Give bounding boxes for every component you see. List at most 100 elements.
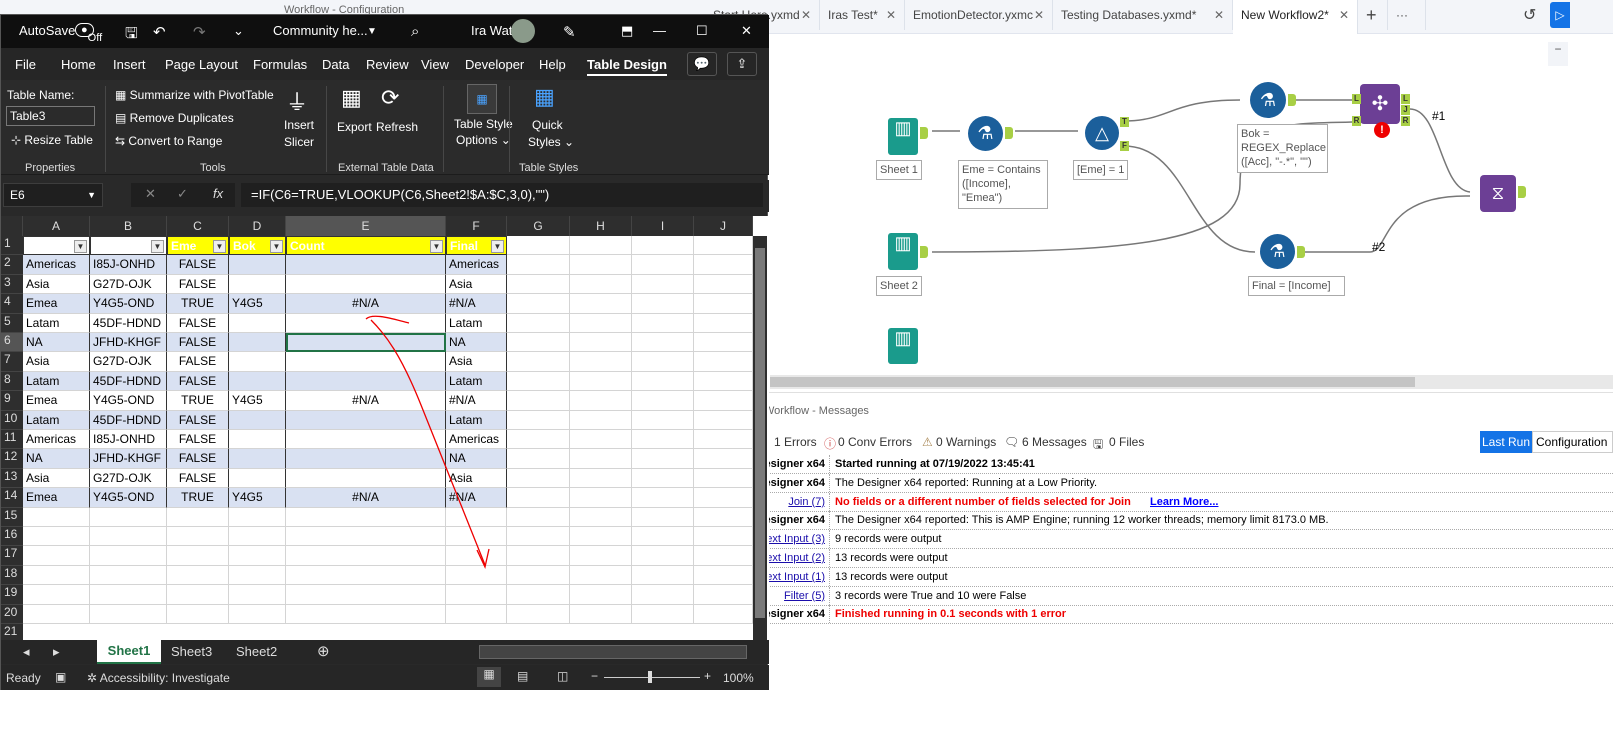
filter-icon[interactable]: △ xyxy=(1085,116,1119,150)
right-input-anchor[interactable]: R xyxy=(1352,116,1361,126)
join-output-anchor[interactable]: J xyxy=(1401,105,1410,115)
sheet1-input-icon[interactable]: ▥ xyxy=(888,118,918,155)
output-anchor[interactable] xyxy=(1518,186,1526,198)
output-anchor[interactable] xyxy=(920,127,928,139)
errors-filter[interactable]: 1 Errors xyxy=(774,435,817,449)
message-row: Designer x64 The Designer x64 reported: R… xyxy=(760,473,1613,493)
message-row: Designer x64 The Designer x64 reported: T… xyxy=(760,511,1613,531)
tab-iras-test[interactable]: Iras Test* ✕ xyxy=(820,0,905,30)
arrowhead xyxy=(476,548,490,569)
wire-label-1: #1 xyxy=(1432,109,1446,123)
left-output-anchor[interactable]: L xyxy=(1401,94,1410,104)
configuration-button[interactable]: Configuration xyxy=(1532,431,1613,453)
left-input-anchor[interactable]: L xyxy=(1352,94,1361,104)
message-row: Designer x64 Started running at 07/19/202… xyxy=(760,455,1613,474)
close-icon[interactable]: ✕ xyxy=(1339,0,1349,30)
sheet2-label: Sheet 2 xyxy=(876,276,922,296)
next-sheet-icon[interactable]: ▸ xyxy=(53,644,60,660)
message-source[interactable]: Filter (5) xyxy=(760,586,830,605)
annotation-stroke xyxy=(365,315,486,566)
sheet-tab-sheet3[interactable]: Sheet3 xyxy=(171,644,212,659)
formula-icon[interactable]: ⚗ xyxy=(1250,82,1286,118)
learn-more-link[interactable]: Learn More... xyxy=(1150,493,1218,511)
wire xyxy=(1123,99,1241,122)
message-text: 13 records were output xyxy=(835,570,948,583)
tab-label: New Workflow2* xyxy=(1241,8,1329,22)
tab-new-workflow2[interactable]: New Workflow2* ✕ xyxy=(1233,0,1358,34)
sheet3-input-icon[interactable]: ▥ xyxy=(888,328,918,364)
formula2-label: Bok = REGEX_Replace ([Acc], "-.*", "") xyxy=(1237,124,1328,173)
message-source[interactable]: Text Input (3) xyxy=(760,530,830,549)
red-arrow-annotation xyxy=(365,315,490,569)
horizontal-scrollbar[interactable] xyxy=(479,645,747,659)
message-source[interactable]: Join (7) xyxy=(760,492,830,511)
files-filter[interactable]: 0 Files xyxy=(1109,435,1144,449)
history-icon[interactable]: ↺ xyxy=(1523,5,1536,25)
close-icon[interactable]: ✕ xyxy=(1034,0,1044,30)
more-tabs-button[interactable]: ··· xyxy=(1388,0,1426,30)
message-source: Designer x64 xyxy=(760,605,830,624)
true-anchor[interactable]: T xyxy=(1120,117,1129,127)
close-icon[interactable]: ✕ xyxy=(801,0,811,30)
zoom-level[interactable]: 100% xyxy=(723,671,754,685)
workflow-canvas[interactable]: ▥ Sheet 1 ⚗ Eme = Contains ([Income], "E… xyxy=(770,34,1613,375)
messages-title: Workflow - Messages xyxy=(764,405,869,417)
zoom-out-icon[interactable]: − xyxy=(591,669,598,683)
last-run-button[interactable]: Last Run xyxy=(1480,431,1532,453)
canvas-scrollbar[interactable] xyxy=(770,375,1613,389)
filter-label: [Eme] = 1 xyxy=(1073,160,1129,180)
page-break-icon[interactable]: ◫ xyxy=(557,669,568,683)
sheet-tabs-bar: ◂ ▸ Sheet1 Sheet3 Sheet2 ⊕ xyxy=(1,640,769,664)
tab-testing-databases[interactable]: Testing Databases.yxmd* ✕ xyxy=(1053,0,1233,30)
message-row: Designer x64 Finished running in 0.1 seco… xyxy=(760,605,1613,625)
message-row: Filter (5) 3 records were True and 10 wer… xyxy=(760,586,1613,606)
conv-errors-filter[interactable]: 0 Conv Errors xyxy=(838,435,912,449)
add-sheet-icon[interactable]: ⊕ xyxy=(317,642,330,660)
accessibility-label: Accessibility: Investigate xyxy=(99,671,230,685)
run-icon[interactable]: ▷ xyxy=(1550,2,1570,28)
output-anchor[interactable] xyxy=(1297,246,1305,258)
accessibility-status[interactable]: ✲ Accessibility: Investigate xyxy=(87,671,230,685)
tab-emotion-detector[interactable]: EmotionDetector.yxmc ✕ xyxy=(905,0,1053,30)
scroll-thumb[interactable] xyxy=(770,377,1415,387)
sheet-tab-sheet1[interactable]: Sheet1 xyxy=(97,640,161,664)
zoom-slider[interactable] xyxy=(604,677,700,678)
sheet1-label: Sheet 1 xyxy=(876,160,922,180)
warnings-filter[interactable]: 0 Warnings xyxy=(936,435,996,449)
messages-filter[interactable]: 6 Messages xyxy=(1022,435,1087,449)
false-anchor[interactable]: F xyxy=(1120,141,1129,151)
output-anchor[interactable] xyxy=(1288,94,1296,106)
messages-panel: Workflow - Messages 1 Errors ⓘ 0 Conv Er… xyxy=(760,392,1613,629)
message-row: Text Input (2) 13 records were output xyxy=(760,549,1613,568)
sheet2-input-icon[interactable]: ▥ xyxy=(888,233,918,270)
message-source[interactable]: Text Input (1) xyxy=(760,567,830,586)
sheet-tab-sheet2[interactable]: Sheet2 xyxy=(236,644,277,659)
message-text: Finished running in 0.1 seconds with 1 e… xyxy=(835,608,1067,621)
status-bar: Ready ▣ ✲ Accessibility: Investigate ▦ ▤… xyxy=(1,665,769,690)
right-output-anchor[interactable]: R xyxy=(1401,116,1410,126)
warning-icon: ⚠ xyxy=(922,435,933,449)
wire xyxy=(1303,195,1471,253)
ready-status: Ready xyxy=(6,671,41,685)
macro-icon[interactable]: ▣ xyxy=(55,670,66,684)
formula-icon[interactable]: ⚗ xyxy=(1260,234,1295,269)
close-icon[interactable]: ✕ xyxy=(1214,0,1224,30)
union-icon[interactable]: ⧖ xyxy=(1480,175,1516,212)
output-anchor[interactable] xyxy=(1005,127,1013,139)
output-anchor[interactable] xyxy=(920,246,928,258)
zoom-slider-thumb[interactable] xyxy=(648,671,652,683)
excel-window: AutoSave ● Off 🖫 ↶ ↷ ⌄ Community he... ▼… xyxy=(0,14,769,690)
normal-view-icon[interactable]: ▦ xyxy=(477,667,501,687)
close-icon[interactable]: ✕ xyxy=(886,0,896,30)
zoom-out-button[interactable]: − xyxy=(1548,42,1568,66)
message-source: Designer x64 xyxy=(760,473,830,492)
message-source[interactable]: Text Input (2) xyxy=(760,549,830,567)
zoom-in-icon[interactable]: + xyxy=(704,669,711,683)
join-icon[interactable]: ✣ xyxy=(1360,84,1400,124)
page-layout-icon[interactable]: ▤ xyxy=(517,669,528,683)
formula3-label: Final = [Income] xyxy=(1248,276,1345,296)
formula-icon[interactable]: ⚗ xyxy=(968,116,1003,151)
prev-sheet-icon[interactable]: ◂ xyxy=(23,644,30,660)
message-text: 13 records were output xyxy=(835,552,948,564)
add-tab-button[interactable]: + xyxy=(1358,0,1388,30)
